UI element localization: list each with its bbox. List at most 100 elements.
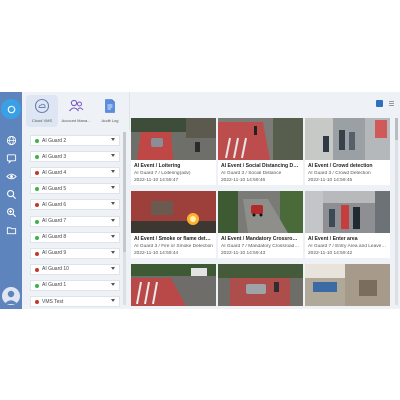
guard-select[interactable]: VMS Test	[30, 296, 120, 308]
event-area-scroll-thumb[interactable]	[395, 118, 398, 140]
folder-icon[interactable]	[3, 222, 19, 238]
event-card[interactable]	[305, 264, 390, 306]
status-dot-icon	[35, 155, 39, 160]
event-info: AI Event / Mandatory Crossroad St... AI G…	[218, 233, 303, 258]
status-dot-icon	[35, 300, 39, 305]
guard-select[interactable]: AI Guard 4	[30, 167, 120, 179]
audit-log-icon	[101, 97, 119, 115]
event-card-grid: AI Event / Loitering AI Guard 7 / Loiteri…	[130, 118, 392, 309]
event-subtitle: AI Guard 7 / Entry Area and Leave Ar...	[308, 244, 387, 249]
event-snapshot[interactable]	[305, 191, 390, 233]
chevron-down-icon[interactable]	[111, 234, 115, 238]
event-snapshot[interactable]	[131, 191, 216, 233]
event-card[interactable]: AI Event / Enter area AI Guard 7 / Entry …	[305, 191, 390, 258]
event-info: AI Event / Loitering AI Guard 7 / Loiteri…	[131, 160, 216, 185]
event-timestamp: 2022-11-10 14:59:46	[221, 178, 266, 183]
grid-view-icon[interactable]	[376, 100, 383, 107]
chevron-down-icon[interactable]	[111, 250, 115, 254]
event-card[interactable]: AI Event / Crowd detection AI Guard 3 / C…	[305, 118, 390, 185]
event-info: AI Event / Smoke or flame detection AI Gu…	[131, 233, 216, 258]
guard-label: AI Guard 8	[42, 234, 67, 241]
guard-select[interactable]: AI Guard 6	[30, 199, 120, 211]
chevron-down-icon[interactable]	[111, 218, 115, 222]
event-title: AI Event / Loitering	[134, 163, 181, 169]
search-icon[interactable]	[3, 186, 19, 202]
status-dot-icon	[35, 267, 39, 272]
event-snapshot[interactable]	[218, 264, 303, 306]
home-icon[interactable]	[1, 99, 21, 119]
event-snapshot[interactable]	[131, 264, 216, 306]
cloud-vms-icon	[33, 97, 51, 115]
event-card[interactable]: AI Event / Social Distancing Detection AI…	[218, 118, 303, 185]
event-card[interactable]	[131, 264, 216, 306]
event-area: AI Event / Loitering AI Guard 7 / Loiteri…	[130, 92, 400, 309]
status-dot-icon	[35, 251, 39, 256]
guard-list-scroll-thumb[interactable]	[123, 132, 126, 252]
guard-list-panel: AI Guard 2 AI Guard 3 AI Guard 4 AI Guard 5…	[22, 130, 130, 309]
guard-select[interactable]: AI Guard 1	[30, 279, 120, 291]
globe-icon[interactable]	[3, 132, 19, 148]
status-dot-icon	[35, 235, 39, 240]
menu-cloud-vms[interactable]: Cloud VMS	[26, 95, 58, 127]
event-title: AI Event / Social Distancing Detection	[221, 163, 300, 169]
event-subtitle: AI Guard 7 / Mandatory Crossroad St...	[221, 244, 300, 249]
event-card[interactable]	[218, 264, 303, 306]
guard-label: AI Guard 9	[42, 250, 67, 257]
status-dot-icon	[35, 219, 39, 224]
chevron-down-icon[interactable]	[111, 266, 115, 270]
guard-select[interactable]: AI Guard 2	[30, 135, 120, 147]
chevron-down-icon[interactable]	[111, 138, 115, 142]
event-info: AI Event / Crowd detection AI Guard 3 / C…	[305, 160, 390, 185]
chat-icon[interactable]	[3, 150, 19, 166]
event-subtitle: AI Guard 7 / Loitering(adv)	[134, 171, 191, 176]
menu-cloud-vms-label: Cloud VMS	[31, 118, 53, 123]
status-dot-icon	[35, 139, 39, 144]
event-timestamp: 2022-11-10 14:59:45	[308, 178, 353, 183]
user-avatar-icon[interactable]	[2, 287, 20, 305]
guard-select[interactable]: AI Guard 8	[30, 231, 120, 243]
event-card[interactable]: AI Event / Smoke or flame detection AI Gu…	[131, 191, 216, 258]
event-snapshot[interactable]	[218, 118, 303, 160]
status-dot-icon	[35, 187, 39, 192]
chevron-down-icon[interactable]	[111, 282, 115, 286]
event-info: AI Event / Social Distancing Detection AI…	[218, 160, 303, 185]
guard-label: AI Guard 5	[42, 185, 67, 192]
left-rail	[0, 92, 22, 309]
event-area-scrollbar[interactable]	[395, 118, 398, 305]
guard-list-scrollbar[interactable]	[123, 132, 126, 305]
guard-select[interactable]: AI Guard 5	[30, 183, 120, 195]
event-timestamp: 2022-11-10 14:59:43	[221, 251, 266, 256]
event-snapshot[interactable]	[131, 118, 216, 160]
list-view-icon[interactable]	[388, 100, 395, 107]
chevron-down-icon[interactable]	[111, 154, 115, 158]
guard-label: AI Guard 6	[42, 201, 67, 208]
guard-select[interactable]: AI Guard 7	[30, 215, 120, 227]
event-title: AI Event / Enter area	[308, 236, 358, 242]
menu-account-management-label: Account Mana...	[61, 118, 91, 123]
guard-select[interactable]: AI Guard 3	[30, 151, 120, 163]
event-card[interactable]: AI Event / Loitering AI Guard 7 / Loiteri…	[131, 118, 216, 185]
event-snapshot[interactable]	[218, 191, 303, 233]
event-title: AI Event / Mandatory Crossroad St...	[221, 236, 300, 242]
chevron-down-icon[interactable]	[111, 186, 115, 190]
guard-label: AI Guard 4	[42, 169, 67, 176]
guard-label: AI Guard 1	[42, 282, 67, 289]
event-timestamp: 2022-11-10 14:59:44	[134, 251, 179, 256]
menu-account-management[interactable]: Account Mana...	[60, 95, 92, 127]
event-title: AI Event / Crowd detection	[308, 163, 373, 169]
chevron-down-icon[interactable]	[111, 299, 115, 303]
menu-audit-log[interactable]: Audit Log	[94, 95, 126, 127]
event-snapshot[interactable]	[305, 264, 390, 306]
zoom-icon[interactable]	[3, 204, 19, 220]
guard-select[interactable]: AI Guard 9	[30, 247, 120, 259]
guard-label: AI Guard 10	[42, 266, 69, 273]
eye-icon[interactable]	[3, 168, 19, 184]
guard-label: VMS Test	[42, 298, 64, 305]
chevron-down-icon[interactable]	[111, 170, 115, 174]
status-dot-icon	[35, 171, 39, 176]
chevron-down-icon[interactable]	[111, 202, 115, 206]
event-card[interactable]: AI Event / Mandatory Crossroad St... AI G…	[218, 191, 303, 258]
event-snapshot[interactable]	[305, 118, 390, 160]
guard-select[interactable]: AI Guard 10	[30, 263, 120, 275]
event-timestamp: 2022-11-10 14:59:42	[308, 251, 353, 256]
